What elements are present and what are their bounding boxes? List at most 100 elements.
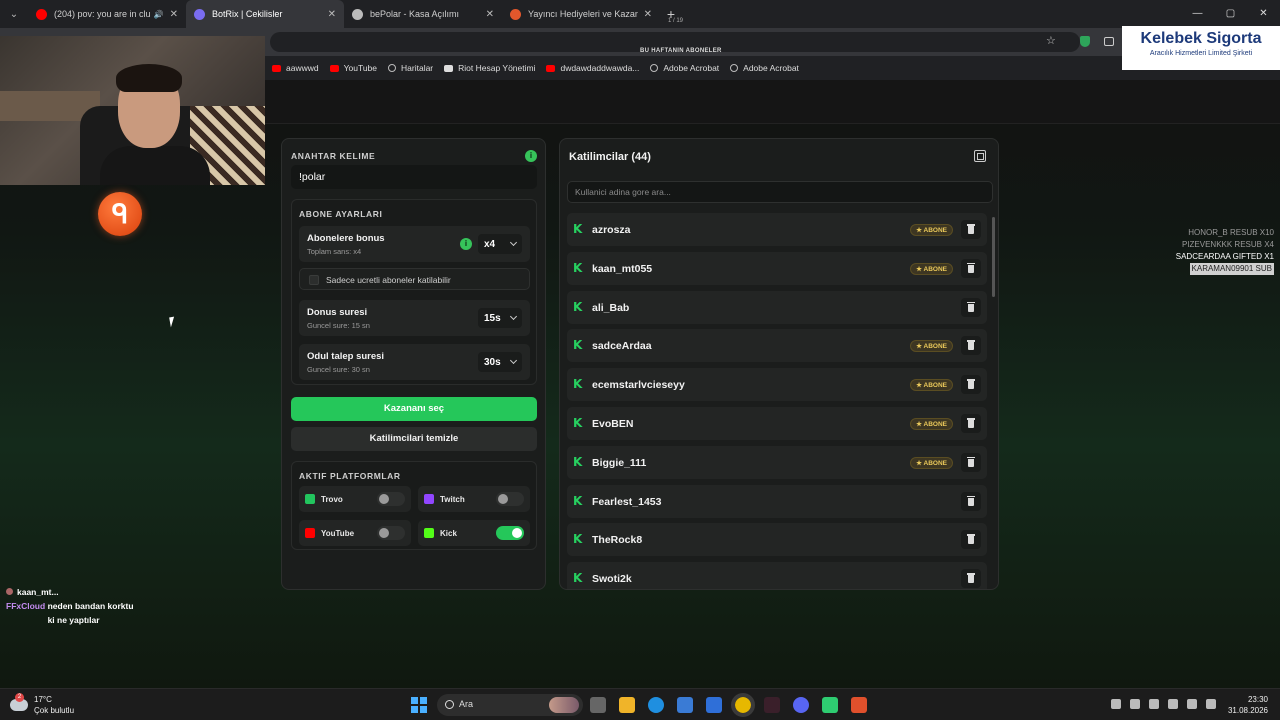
participant-search-input[interactable]: Kullanici adina gore ara...: [567, 181, 993, 203]
claim-time-subtitle: Guncel sure: 30 sn: [307, 365, 370, 374]
chevron-down-icon: [509, 312, 518, 321]
network-icon[interactable]: [1187, 699, 1197, 709]
browser-tab[interactable]: BotRix | Cekilisler ✕: [186, 0, 344, 28]
brave-icon[interactable]: [851, 697, 867, 713]
monitor-icon[interactable]: [1168, 699, 1178, 709]
participant-row: Kkaan_mt055 ★ ABONE: [567, 251, 987, 285]
platform-toggle[interactable]: [496, 492, 524, 506]
sub-bonus-select[interactable]: x4: [478, 234, 522, 254]
claim-time-select[interactable]: 30s: [478, 352, 522, 372]
speaker-icon[interactable]: 🔊: [154, 10, 164, 19]
browser-tab[interactable]: Yayıncı Hediyeleri ve Kazananlar ✕: [502, 0, 660, 28]
participants-title: Katilimcilar (44): [569, 151, 651, 163]
delete-icon[interactable]: [961, 452, 981, 472]
close-icon[interactable]: ✕: [1247, 0, 1280, 28]
delete-icon[interactable]: [961, 491, 981, 511]
bookmark-label: Haritalar: [401, 63, 434, 73]
delete-icon[interactable]: [961, 220, 981, 239]
browser-tab[interactable]: bePolar - Kasa Açılımı ✕: [344, 0, 502, 28]
bookmark-item[interactable]: Adobe Acrobat: [730, 63, 799, 73]
pick-winner-button[interactable]: Kazananı seç: [291, 397, 537, 421]
delete-icon[interactable]: [961, 297, 981, 317]
discord-icon[interactable]: [793, 697, 809, 713]
tab-search-icon[interactable]: ⌄: [0, 9, 28, 20]
participant-name: Fearlest_1453: [592, 495, 662, 508]
streamer-logo: ᑫ: [98, 192, 142, 236]
participant-row: K TheRock8: [567, 523, 987, 557]
list-scrollbar[interactable]: [992, 217, 995, 297]
delete-icon[interactable]: [961, 336, 981, 356]
task-view-icon[interactable]: [590, 697, 606, 713]
taskbar-search-label: Ara: [459, 699, 474, 709]
microphone-icon[interactable]: [1149, 699, 1159, 709]
paid-only-checkbox-row[interactable]: Sadece ucretli aboneler katilabilir: [299, 268, 530, 290]
file-explorer-icon[interactable]: [619, 697, 635, 713]
maximize-icon[interactable]: ▢: [1214, 0, 1247, 28]
page-header: [264, 80, 1280, 124]
bonus-time-select[interactable]: 15s: [478, 308, 522, 328]
bookmark-star-icon[interactable]: ☆: [1046, 34, 1056, 47]
clock-time: 23:30: [1247, 695, 1268, 704]
windows-start-icon[interactable]: [411, 697, 427, 713]
minimize-icon[interactable]: —: [1181, 0, 1214, 28]
platform-toggle[interactable]: [377, 492, 405, 506]
bookmark-label: Adobe Acrobat: [743, 63, 799, 73]
bonus-time-value: 15s: [484, 312, 501, 324]
participant-name: sadceArdaa: [592, 340, 652, 353]
weather-desc: Çok bulutlu: [34, 706, 75, 715]
taskbar-search[interactable]: Ara: [437, 694, 583, 716]
bookmark-item[interactable]: aawwwd: [272, 63, 319, 73]
delete-icon[interactable]: [961, 530, 981, 550]
subscriber-badge: ★ ABONE: [910, 262, 953, 275]
participant-row: K Biggie_111 ★ ABONE: [567, 445, 987, 479]
platform-toggle[interactable]: [377, 526, 405, 540]
bookmark-item[interactable]: YouTube: [329, 63, 377, 73]
close-tab-icon[interactable]: ✕: [644, 9, 652, 20]
youtube-icon: [329, 64, 339, 72]
platform-toggle[interactable]: [496, 526, 524, 540]
chevron-down-icon: [509, 238, 518, 247]
weather-widget[interactable]: 17°C Çok bulutlu: [10, 693, 75, 716]
app-green-icon[interactable]: [822, 697, 838, 713]
webcam-overlay: [0, 36, 265, 185]
bookmark-item[interactable]: Adobe Acrobat: [650, 63, 719, 73]
store-icon[interactable]: [677, 697, 693, 713]
extension-icon[interactable]: [1104, 37, 1114, 46]
copy-icon[interactable]: [974, 150, 986, 162]
paid-only-checkbox[interactable]: [309, 275, 319, 285]
browser-tab[interactable]: (204) pov: you are in club and you... 🔊 ✕: [28, 0, 186, 28]
volume-icon[interactable]: [1206, 699, 1216, 709]
keyword-input[interactable]: !polar: [291, 165, 537, 189]
participant-name: TheRock8: [592, 534, 643, 547]
delete-icon[interactable]: [961, 569, 981, 589]
riot-icon: [444, 64, 454, 72]
edge-icon[interactable]: [648, 697, 664, 713]
chat-message: neden bandan korktu ki ne yaptılar: [47, 601, 134, 625]
chevron-up-icon[interactable]: [1111, 699, 1121, 709]
bookmark-item[interactable]: dwdawdaddwawda...: [546, 63, 639, 73]
sub-bonus-info-icon[interactable]: i: [460, 238, 472, 250]
delete-icon[interactable]: [961, 375, 981, 395]
shield-extension-icon[interactable]: [1080, 36, 1090, 47]
onedrive-icon[interactable]: [1130, 699, 1140, 709]
bookmark-label: dwdawdaddwawda...: [560, 63, 640, 73]
close-tab-icon[interactable]: ✕: [328, 9, 336, 20]
info-icon[interactable]: i: [525, 150, 537, 162]
bookmark-item[interactable]: Haritalar: [388, 63, 433, 73]
mail-icon[interactable]: [706, 697, 722, 713]
active-platforms: AKTIF PLATFORMLAR Trovo Twitch YouTube Kick: [291, 461, 537, 550]
chrome-icon[interactable]: [731, 693, 755, 717]
delete-icon[interactable]: [961, 258, 981, 278]
close-tab-icon[interactable]: ✕: [170, 9, 178, 20]
bookmark-item[interactable]: Riot Hesap Yönetimi: [444, 63, 535, 73]
keyword-title: ANAHTAR KELIME: [291, 151, 376, 161]
clear-participants-button[interactable]: Katilimcilari temizle: [291, 427, 537, 451]
close-tab-icon[interactable]: ✕: [486, 9, 494, 20]
delete-icon[interactable]: [961, 414, 981, 433]
taskbar-apps: [590, 693, 880, 717]
platform-trovo: Trovo: [299, 486, 411, 512]
window-controls: — ▢ ✕: [1181, 0, 1280, 28]
clock[interactable]: 23:30 31.08.2026: [1228, 694, 1268, 716]
youtube-icon: [305, 528, 315, 538]
app-icon[interactable]: [764, 697, 780, 713]
